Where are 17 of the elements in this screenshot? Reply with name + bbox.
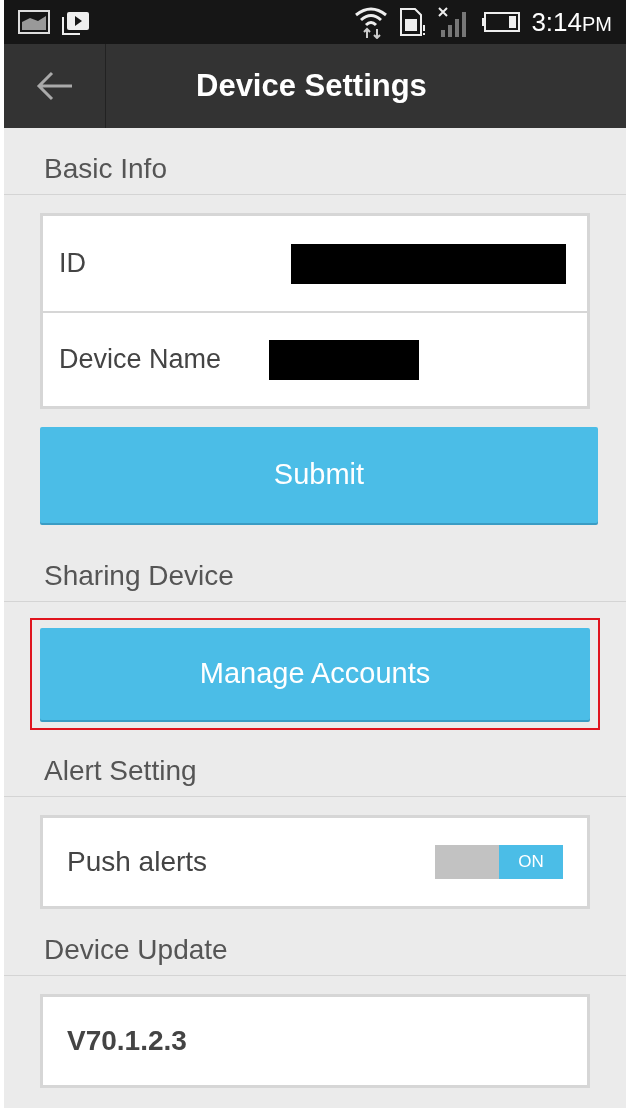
sim-card-icon [399,7,428,37]
clock: 3:14PM [531,9,612,35]
image-icon [18,10,50,34]
manage-accounts-button[interactable]: Manage Accounts [40,628,590,720]
page-title: Device Settings [196,66,427,105]
toggle-switch[interactable]: ON [435,845,563,879]
push-alerts-label: Push alerts [67,845,209,879]
section-heading: Sharing Device [44,560,234,591]
version-text: V70.1.2.3 [67,1024,187,1058]
section-heading: Alert Setting [44,755,197,786]
submit-button[interactable]: Submit [40,427,598,523]
battery-icon [481,11,522,33]
section-heading: Basic Info [44,153,167,184]
field-label: ID [59,247,87,281]
field-label: Device Name [59,343,223,377]
section-heading: Device Update [44,934,228,965]
back-arrow-icon [35,70,74,102]
